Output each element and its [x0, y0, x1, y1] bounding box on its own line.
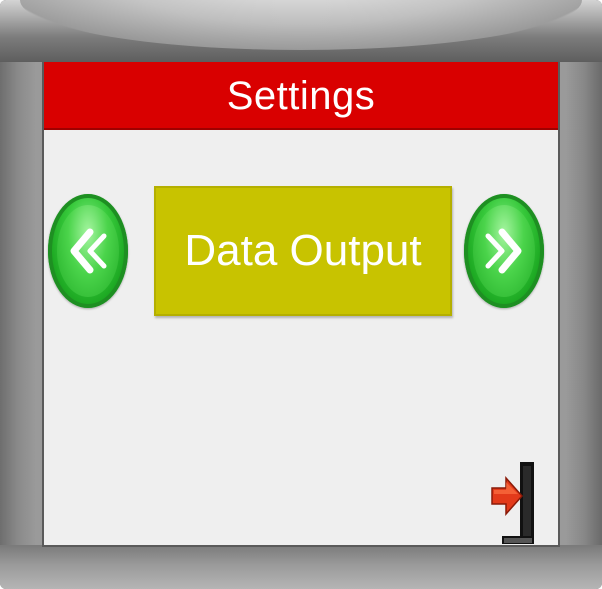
current-option-button[interactable]: Data Output [154, 186, 452, 316]
exit-door-icon [491, 462, 534, 544]
previous-option-button[interactable] [48, 194, 128, 308]
bezel-highlight [20, 0, 582, 50]
double-chevron-right-icon [485, 228, 522, 274]
next-option-button[interactable] [464, 194, 544, 308]
double-chevron-left-icon [70, 228, 107, 274]
page-title: Settings [226, 73, 376, 118]
device-bottom-bezel [0, 545, 602, 589]
device-top-bezel [0, 0, 602, 62]
current-option-label: Data Output [184, 226, 422, 275]
settings-screen: Settings Data Output [42, 62, 560, 547]
device-frame: Settings Data Output [0, 0, 602, 589]
previous-button-face [57, 205, 119, 297]
exit-button[interactable] [490, 458, 542, 548]
next-button-face [473, 205, 535, 297]
title-bar: Settings [44, 62, 558, 130]
